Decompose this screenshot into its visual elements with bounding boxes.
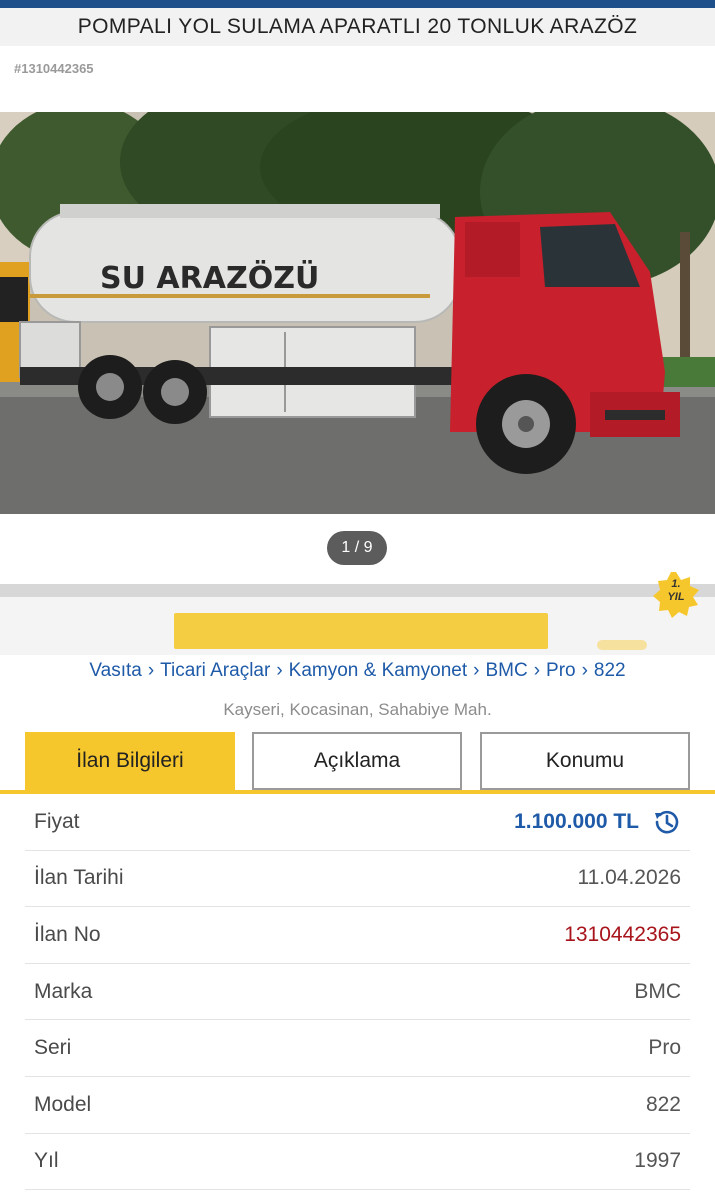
listing-number-value: 1310442365 — [564, 922, 681, 946]
tab-ilan-bilgileri[interactable]: İlan Bilgileri — [25, 732, 235, 790]
info-table: Fiyat 1.100.000 TL İlan Tarihi 11.04.202… — [25, 794, 690, 1191]
breadcrumb-item[interactable]: Ticari Araçlar — [160, 660, 270, 681]
breadcrumb-item[interactable]: Kamyon & Kamyonet — [289, 660, 467, 681]
breadcrumb: Vasıta › Ticari Araçlar › Kamyon & Kamyonet ›… — [89, 660, 626, 681]
listing-id: #1310442365 — [14, 61, 94, 76]
info-row-date: İlan Tarihi 11.04.2026 — [25, 851, 690, 908]
tab-konumu[interactable]: Konumu — [480, 732, 690, 790]
breadcrumb-item[interactable]: Vasıta — [89, 660, 141, 681]
info-row-listing-no: İlan No 1310442365 — [25, 907, 690, 964]
info-value: Pro — [648, 1036, 681, 1060]
info-label: Yıl — [34, 1149, 59, 1173]
history-icon[interactable] — [651, 807, 681, 837]
truck-photo-image: SU ARAZÖZÜ — [0, 112, 715, 514]
listing-title: POMPALI YOL SULAMA APARATLI 20 TONLUK AR… — [77, 15, 638, 38]
price-wrap: 1.100.000 TL — [514, 807, 681, 837]
top-accent-bar — [0, 0, 715, 8]
info-value: 11.04.2026 — [577, 866, 681, 890]
info-label: Model — [34, 1092, 92, 1116]
info-label: İlan Tarihi — [34, 866, 124, 890]
info-row-model: Model 822 — [25, 1077, 690, 1134]
info-label: Seri — [34, 1036, 72, 1060]
info-label: İlan No — [34, 922, 101, 946]
info-label: Fiyat — [34, 809, 80, 833]
photo-pager[interactable]: 1 / 9 — [327, 531, 387, 565]
info-value: 1997 — [634, 1149, 681, 1173]
info-row-year: Yıl 1997 — [25, 1134, 690, 1191]
info-value: 822 — [645, 1092, 681, 1116]
info-row-brand: Marka BMC — [25, 964, 690, 1021]
price-value: 1.100.000 TL — [514, 809, 639, 833]
tab-aciklama[interactable]: Açıklama — [252, 732, 462, 790]
tab-bar: İlan Bilgileri Açıklama Konumu — [25, 732, 690, 790]
title-bar: POMPALI YOL SULAMA APARATLI 20 TONLUK AR… — [0, 8, 715, 46]
year-badge-label: 1. YIL — [667, 578, 685, 603]
tank-label: SU ARAZÖZÜ — [100, 259, 319, 296]
section-divider — [0, 584, 715, 597]
breadcrumb-item[interactable]: Pro — [546, 660, 576, 681]
info-value: BMC — [634, 979, 681, 1003]
redacted-text — [597, 640, 647, 650]
breadcrumb-item[interactable]: 822 — [594, 660, 626, 681]
info-row-price: Fiyat 1.100.000 TL — [25, 794, 690, 851]
breadcrumb-item[interactable]: BMC — [485, 660, 527, 681]
redacted-store-name — [174, 613, 548, 649]
info-row-series: Seri Pro — [25, 1020, 690, 1077]
listing-location: Kayseri, Kocasinan, Sahabiye Mah. — [223, 700, 492, 719]
listing-photo[interactable]: SU ARAZÖZÜ — [0, 112, 715, 514]
info-label: Marka — [34, 979, 93, 1003]
